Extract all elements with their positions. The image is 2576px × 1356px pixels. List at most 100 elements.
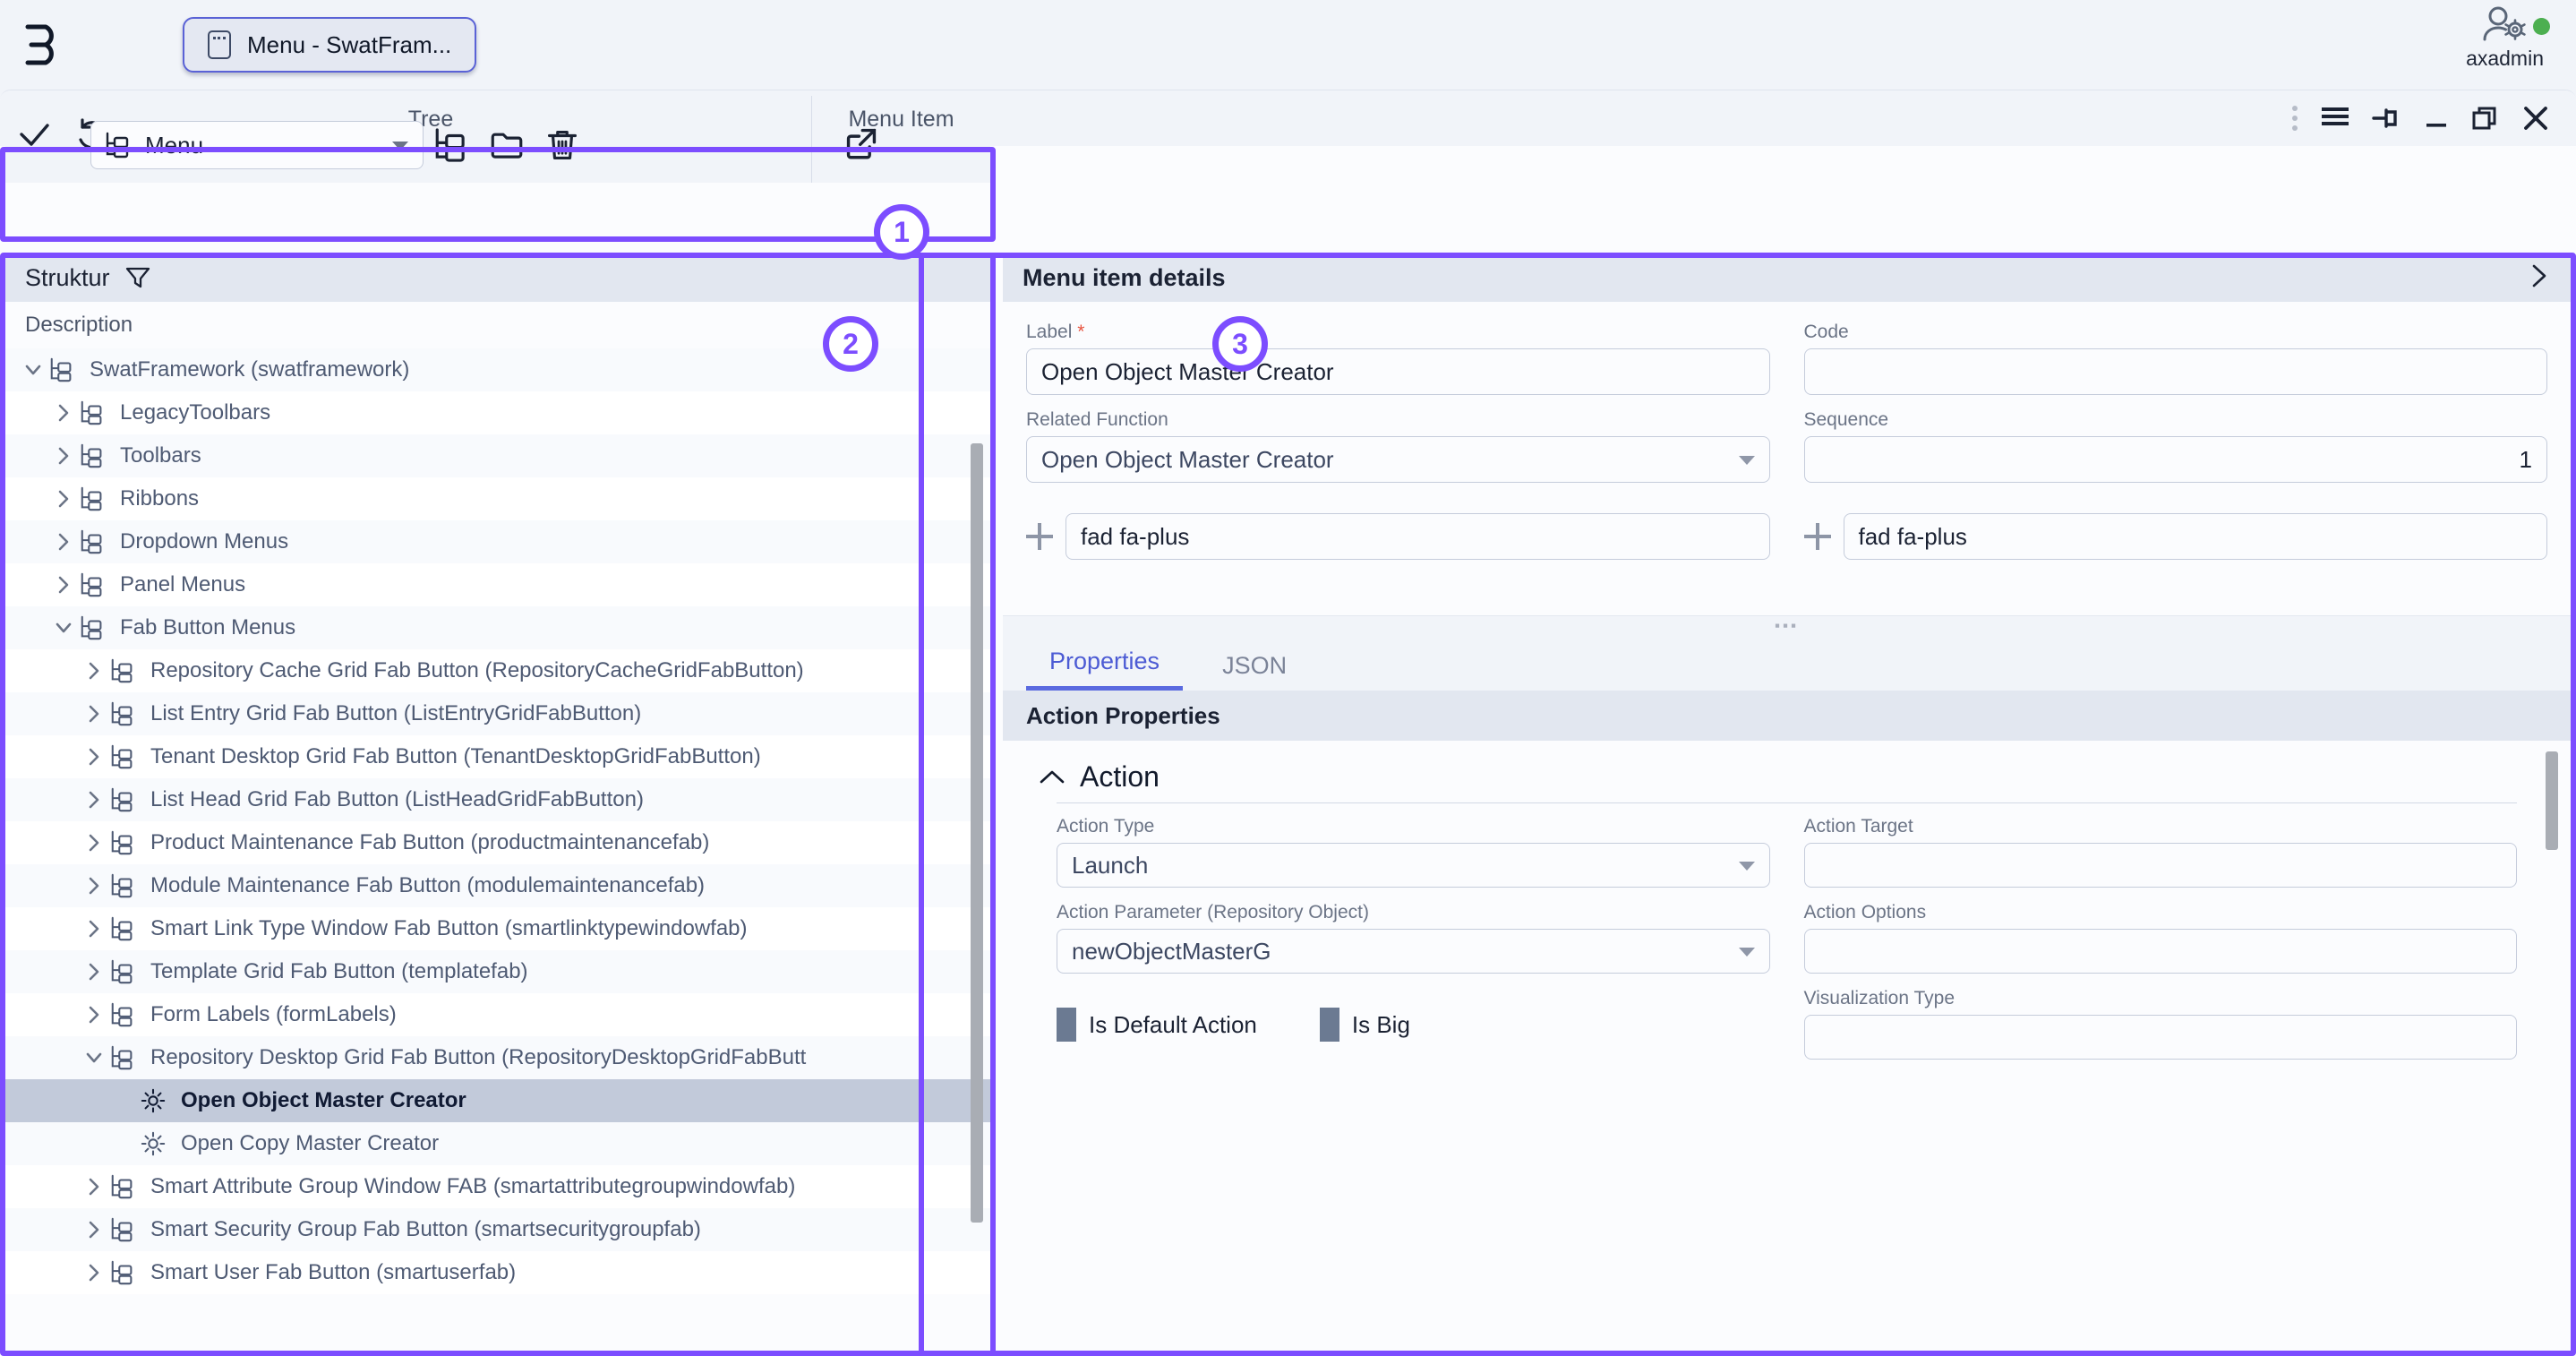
tree-row[interactable]: Form Labels (formLabels) [5, 993, 990, 1036]
tree-row[interactable]: Template Grid Fab Button (templatefab) [5, 950, 990, 993]
tree-twisty[interactable] [48, 532, 79, 552]
pin-icon[interactable] [2372, 106, 2401, 131]
chevron-right-icon[interactable] [84, 1005, 104, 1025]
chevron-down-icon[interactable] [54, 618, 73, 638]
visualization-type-input[interactable] [1803, 1015, 2517, 1060]
tree-twisty[interactable] [79, 790, 109, 810]
tree-twisty[interactable] [48, 403, 79, 423]
tree-twisty[interactable] [48, 575, 79, 595]
icon-left-input[interactable]: fad fa-plus [1065, 513, 1770, 560]
sequence-input[interactable]: 1 [1803, 436, 2547, 483]
close-icon[interactable] [2522, 106, 2549, 131]
label-input[interactable]: Open Object Master Creator [1026, 348, 1770, 395]
menu-icon[interactable] [2322, 107, 2349, 130]
tree-twisty[interactable] [79, 661, 109, 681]
tree-twisty[interactable] [79, 1220, 109, 1240]
tree-row[interactable]: Repository Desktop Grid Fab Button (Repo… [5, 1036, 990, 1079]
chevron-right-icon[interactable] [54, 403, 73, 423]
minimize-icon[interactable] [2424, 106, 2449, 131]
chevron-down-icon[interactable] [84, 1048, 104, 1068]
chevron-right-icon[interactable] [84, 833, 104, 853]
tree-scrollbar[interactable] [971, 443, 983, 1223]
chevron-right-icon[interactable] [54, 532, 73, 552]
chevron-right-icon[interactable] [84, 661, 104, 681]
tree-twisty[interactable] [48, 489, 79, 509]
tab-properties[interactable]: Properties [1026, 648, 1184, 691]
chevron-right-icon[interactable] [84, 1263, 104, 1283]
tree-row[interactable]: List Entry Grid Fab Button (ListEntryGri… [5, 692, 990, 735]
is-big-checkbox[interactable]: Is Big [1319, 1008, 1410, 1042]
chevron-right-icon[interactable] [84, 790, 104, 810]
chevron-right-icon[interactable] [2528, 262, 2551, 294]
tree-row-selected[interactable]: Open Object Master Creator [5, 1079, 990, 1122]
tree-twisty[interactable] [79, 876, 109, 896]
tree-row[interactable]: Repository Cache Grid Fab Button (Reposi… [5, 649, 990, 692]
tree-row[interactable]: Open Copy Master Creator [5, 1122, 990, 1165]
tree-list[interactable]: SwatFramework (swatframework) LegacyToolb… [5, 348, 990, 1352]
tree-twisty[interactable] [79, 1048, 109, 1068]
action-group-toggle[interactable]: Action [1003, 741, 2571, 802]
plus-icon[interactable] [1026, 523, 1053, 550]
chevron-right-icon[interactable] [84, 747, 104, 767]
panel-splitter[interactable]: ▪▪▪ [1003, 615, 2571, 635]
tree-row[interactable]: Dropdown Menus [5, 520, 990, 563]
chevron-right-icon[interactable] [84, 962, 104, 982]
tree-row[interactable]: Smart User Fab Button (smartuserfab) [5, 1251, 990, 1294]
tree-row[interactable]: Fab Button Menus [5, 606, 990, 649]
more-vertical-icon[interactable] [2291, 105, 2298, 132]
tree-row[interactable]: LegacyToolbars [5, 391, 990, 434]
tree-twisty[interactable] [79, 1005, 109, 1025]
tree-row[interactable]: Tenant Desktop Grid Fab Button (TenantDe… [5, 735, 990, 778]
tree-twisty[interactable] [79, 833, 109, 853]
action-target-input[interactable] [1803, 843, 2517, 888]
tree-twisty[interactable] [79, 919, 109, 939]
user-menu[interactable]: axadmin [2466, 5, 2550, 71]
tree-row[interactable]: Smart Attribute Group Window FAB (smarta… [5, 1165, 990, 1208]
chevron-right-icon[interactable] [84, 919, 104, 939]
is-default-action-checkbox[interactable]: Is Default Action [1057, 1008, 1257, 1042]
action-parameter-select[interactable]: newObjectMasterG [1057, 929, 1770, 974]
epsilon-logo-icon[interactable] [0, 0, 84, 90]
chevron-right-icon[interactable] [54, 489, 73, 509]
open-external-button[interactable] [834, 116, 889, 170]
icon-right-input[interactable]: fad fa-plus [1843, 513, 2547, 560]
chevron-down-icon[interactable] [23, 360, 43, 380]
folder-button[interactable] [479, 118, 535, 172]
code-input[interactable] [1803, 348, 2547, 395]
tree-twisty[interactable] [48, 446, 79, 466]
tree-twisty[interactable] [18, 360, 48, 380]
confirm-button[interactable] [5, 106, 63, 163]
tree-twisty[interactable] [79, 1177, 109, 1197]
chevron-right-icon[interactable] [84, 704, 104, 724]
tree-row[interactable]: Toolbars [5, 434, 990, 477]
action-type-select[interactable]: Launch [1057, 843, 1770, 888]
tree-twisty[interactable] [79, 1263, 109, 1283]
tree-row[interactable]: Module Maintenance Fab Button (modulemai… [5, 864, 990, 907]
tree-row[interactable]: Panel Menus [5, 563, 990, 606]
chevron-right-icon[interactable] [84, 1177, 104, 1197]
tree-twisty[interactable] [79, 704, 109, 724]
action-options-input[interactable] [1803, 929, 2517, 974]
tree-row[interactable]: Product Maintenance Fab Button (productm… [5, 821, 990, 864]
chevron-right-icon[interactable] [84, 1220, 104, 1240]
tree-row[interactable]: Smart Security Group Fab Button (smartse… [5, 1208, 990, 1251]
chevron-right-icon[interactable] [54, 446, 73, 466]
chevron-right-icon[interactable] [84, 876, 104, 896]
tree-row[interactable]: Smart Link Type Window Fab Button (smart… [5, 907, 990, 950]
tab-json[interactable]: JSON [1199, 652, 1310, 691]
taskbar-tab-menu-swatframework[interactable]: Menu - SwatFram... [183, 17, 477, 73]
tree-row[interactable]: Ribbons [5, 477, 990, 520]
restore-icon[interactable] [2472, 106, 2499, 131]
tree-select[interactable]: Menu [90, 121, 424, 169]
tree-twisty[interactable] [79, 747, 109, 767]
add-tree-node-button[interactable] [424, 118, 479, 172]
tree-twisty[interactable] [79, 962, 109, 982]
plus-icon[interactable] [1803, 523, 1831, 550]
related-function-select[interactable]: Open Object Master Creator [1026, 436, 1770, 483]
chevron-right-icon[interactable] [54, 575, 73, 595]
filter-icon[interactable] [124, 264, 151, 291]
action-properties-scrollbar[interactable] [2546, 751, 2558, 850]
tree-twisty[interactable] [48, 618, 79, 638]
tree-row[interactable]: List Head Grid Fab Button (ListHeadGridF… [5, 778, 990, 821]
delete-button[interactable] [535, 118, 590, 172]
